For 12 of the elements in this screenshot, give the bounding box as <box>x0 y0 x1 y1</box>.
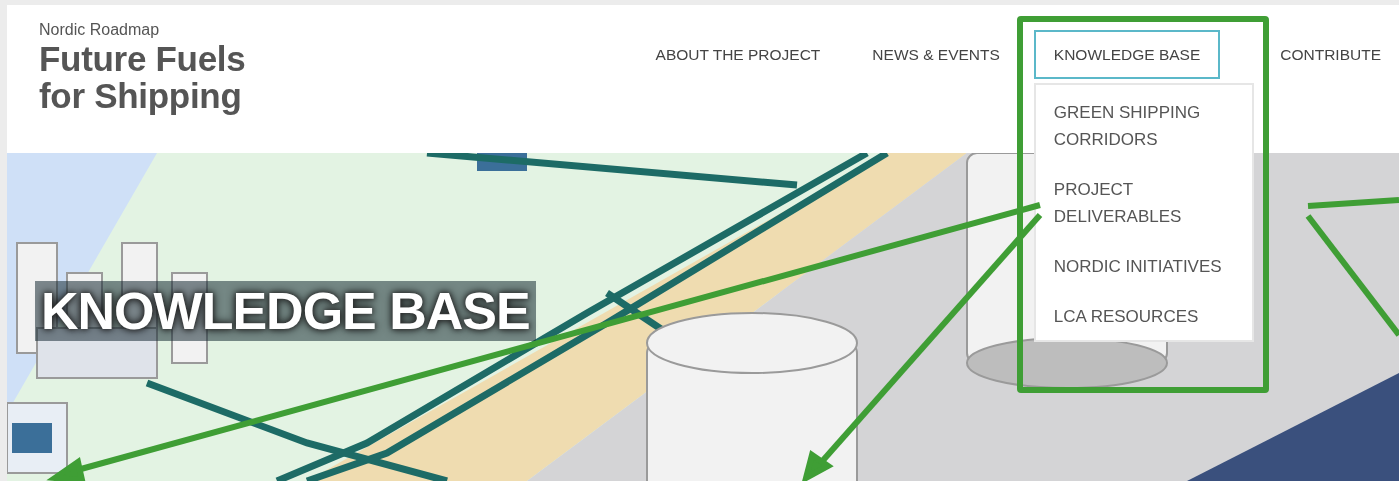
nav-link[interactable]: CONTRIBUTE <box>1262 30 1399 79</box>
dropdown-item[interactable]: LCA RESOURCES <box>1053 303 1234 330</box>
nav-link[interactable]: ABOUT THE PROJECT <box>637 30 839 79</box>
building-drawing <box>7 402 68 474</box>
nav-link[interactable]: KNOWLEDGE BASE <box>1033 30 1221 79</box>
dropdown-item[interactable]: GREEN SHIPPING CORRIDORS <box>1053 99 1234 153</box>
dropdown-item[interactable]: NORDIC INITIATIVES <box>1053 253 1234 280</box>
nav-link[interactable]: NEWS & EVENTS <box>854 30 1018 79</box>
page-title: KNOWLEDGE BASE <box>35 281 536 341</box>
site-title[interactable]: Future Fuels for Shipping <box>39 40 246 114</box>
site-subtitle: Nordic Roadmap <box>39 20 161 40</box>
dropdown-item[interactable]: PROJECT DELIVERABLES <box>1053 176 1234 230</box>
